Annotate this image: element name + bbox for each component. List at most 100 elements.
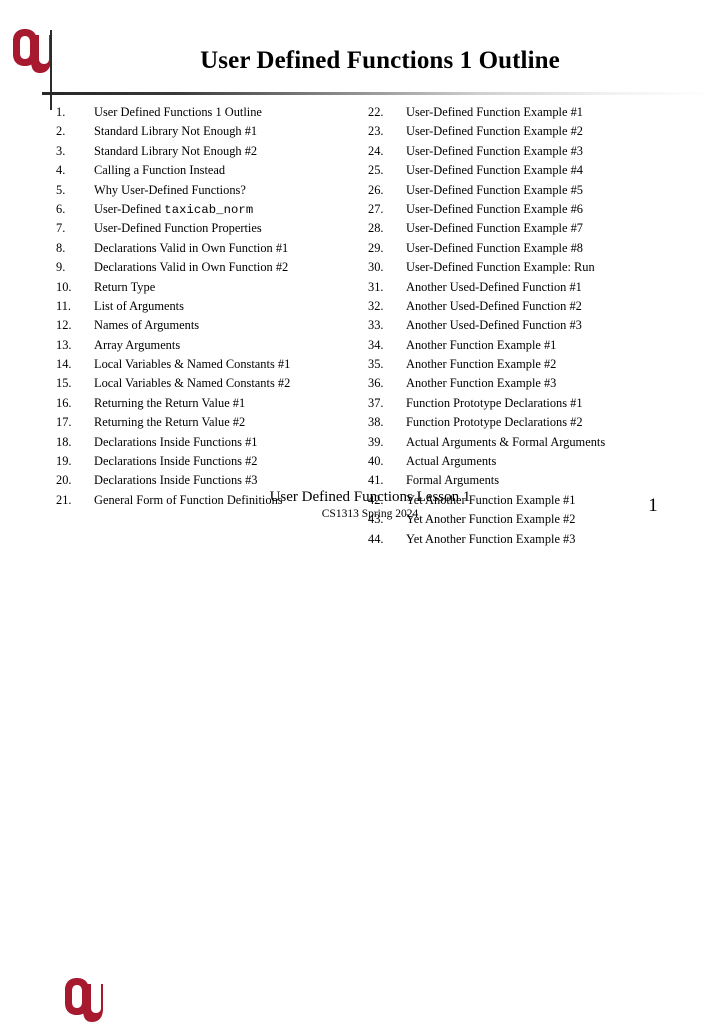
outline-item-label: User-Defined Function Properties bbox=[94, 221, 262, 236]
outline-item[interactable]: 22. User-Defined Function Example #1 bbox=[368, 103, 708, 122]
outline-item[interactable]: 34. Another Function Example #1 bbox=[368, 336, 708, 355]
outline-item[interactable]: 9. Declarations Valid in Own Function #2 bbox=[56, 258, 376, 277]
outline-item[interactable]: 26. User-Defined Function Example #5 bbox=[368, 181, 708, 200]
outline-item-label: User-Defined Function Example: Run bbox=[406, 260, 595, 275]
outline-item[interactable]: 1. User Defined Functions 1 Outline bbox=[56, 103, 376, 122]
outline-item-number: 15. bbox=[56, 376, 72, 391]
outline-item-number: 23. bbox=[368, 124, 384, 139]
outline-item-number: 33. bbox=[368, 318, 384, 333]
outline-item-number: 39. bbox=[368, 434, 384, 449]
footer-text: User Defined Functions Lesson 1 CS1313 S… bbox=[150, 488, 590, 522]
outline-item-label: Standard Library Not Enough #1 bbox=[94, 124, 258, 139]
outline-item-number: 22. bbox=[368, 105, 384, 119]
outline-item[interactable]: 11. List of Arguments bbox=[56, 297, 376, 316]
outline-item[interactable]: 14. Local Variables & Named Constants #1 bbox=[56, 355, 376, 374]
outline-item[interactable]: 10. Return Type bbox=[56, 278, 376, 297]
outline-item-number: 18. bbox=[56, 434, 72, 449]
outline-column-left: 1. User Defined Functions 1 Outline 2. Stan… bbox=[56, 103, 376, 510]
slide-footer: User Defined Functions Lesson 1 CS1313 S… bbox=[0, 488, 720, 1022]
ou-logo-footer-icon bbox=[62, 977, 104, 1023]
outline-item[interactable]: 33. Another Used-Defined Function #3 bbox=[368, 316, 708, 335]
outline-item[interactable]: 18. Declarations Inside Functions #1 bbox=[56, 433, 376, 452]
outline-item-label: User-Defined Function Example #7 bbox=[406, 221, 583, 236]
outline-item[interactable]: 6. User-Defined taxicab_norm bbox=[56, 200, 376, 219]
outline-item-number: 37. bbox=[368, 395, 384, 410]
outline-item-number: 34. bbox=[368, 337, 384, 352]
outline-body: 1. User Defined Functions 1 Outline 2. Stan… bbox=[0, 103, 720, 546]
outline-item[interactable]: 37. Function Prototype Declarations #1 bbox=[368, 394, 708, 413]
outline-item-label: Names of Arguments bbox=[94, 318, 200, 333]
outline-item-label: Actual Arguments & Formal Arguments bbox=[406, 434, 606, 449]
outline-item-number: 32. bbox=[368, 298, 384, 313]
outline-item[interactable]: 7. User-Defined Function Properties bbox=[56, 219, 376, 238]
outline-item[interactable]: 13. Array Arguments bbox=[56, 336, 376, 355]
outline-item[interactable]: 5. Why User-Defined Functions? bbox=[56, 181, 376, 200]
outline-item-label: User-Defined Function Example #4 bbox=[406, 163, 583, 178]
outline-item[interactable]: 30. User-Defined Function Example: Run bbox=[368, 258, 708, 277]
page-number: 1 bbox=[648, 495, 658, 516]
outline-item-label: User-Defined Function Example #1 bbox=[406, 105, 583, 119]
outline-item-label: Calling a Function Instead bbox=[94, 163, 226, 178]
outline-item-number: 26. bbox=[368, 182, 384, 197]
outline-item[interactable]: 28. User-Defined Function Example #7 bbox=[368, 219, 708, 238]
outline-item[interactable]: 19. Declarations Inside Functions #2 bbox=[56, 452, 376, 471]
outline-item[interactable]: 12. Names of Arguments bbox=[56, 316, 376, 335]
outline-item-number: 25. bbox=[368, 163, 384, 178]
outline-item[interactable]: 15. Local Variables & Named Constants #2 bbox=[56, 374, 376, 393]
outline-item-number: 36. bbox=[368, 376, 384, 391]
outline-item[interactable]: 25. User-Defined Function Example #4 bbox=[368, 161, 708, 180]
outline-item-label: Function Prototype Declarations #1 bbox=[406, 395, 583, 410]
outline-item-label: Declarations Valid in Own Function #2 bbox=[94, 260, 289, 275]
outline-item-number: 27. bbox=[368, 201, 384, 216]
outline-item-number: 19. bbox=[56, 454, 72, 469]
page-title: User Defined Functions 1 Outline bbox=[200, 47, 560, 74]
outline-item-label: User-Defined Function Example #3 bbox=[406, 143, 583, 158]
outline-item[interactable]: 35. Another Function Example #2 bbox=[368, 355, 708, 374]
outline-item-label: List of Arguments bbox=[94, 298, 184, 313]
outline-column-right: 22. User-Defined Function Example #1 23. Us… bbox=[368, 103, 708, 549]
header-vertical-rule bbox=[50, 30, 52, 110]
outline-item-label: Declarations Inside Functions #2 bbox=[94, 454, 258, 469]
outline-item[interactable]: 32. Another Used-Defined Function #2 bbox=[368, 297, 708, 316]
outline-item-number: 7. bbox=[56, 221, 66, 236]
outline-item-label: User-Defined Function Example #6 bbox=[406, 201, 583, 216]
outline-item-label: Returning the Return Value #2 bbox=[94, 415, 246, 430]
outline-item-code: taxicab_norm bbox=[164, 202, 254, 217]
header-horizontal-rule bbox=[42, 92, 714, 95]
outline-item-label: Another Used-Defined Function #1 bbox=[406, 279, 582, 294]
outline-item-number: 11. bbox=[56, 298, 72, 313]
outline-item-number: 5. bbox=[56, 182, 66, 197]
outline-item[interactable]: 23. User-Defined Function Example #2 bbox=[368, 122, 708, 141]
outline-item[interactable]: 3. Standard Library Not Enough #2 bbox=[56, 142, 376, 161]
outline-item-label: Another Used-Defined Function #3 bbox=[406, 318, 582, 333]
outline-item-number: 28. bbox=[368, 221, 384, 236]
outline-item-label: Standard Library Not Enough #2 bbox=[94, 143, 258, 158]
outline-item-number: 30. bbox=[368, 260, 384, 275]
outline-item-number: 29. bbox=[368, 240, 384, 255]
outline-item-label: Actual Arguments bbox=[406, 454, 497, 469]
outline-item[interactable]: 39. Actual Arguments & Formal Arguments bbox=[368, 433, 708, 452]
slide-header: User Defined Functions 1 Outline bbox=[0, 0, 720, 110]
outline-item-number: 8. bbox=[56, 240, 66, 255]
outline-item-label: Another Function Example #1 bbox=[406, 337, 557, 352]
outline-item[interactable]: 40. Actual Arguments bbox=[368, 452, 708, 471]
outline-item[interactable]: 31. Another Used-Defined Function #1 bbox=[368, 278, 708, 297]
outline-item[interactable]: 4. Calling a Function Instead bbox=[56, 161, 376, 180]
outline-item-label: Return Type bbox=[94, 279, 156, 294]
outline-item[interactable]: 17. Returning the Return Value #2 bbox=[56, 413, 376, 432]
outline-item[interactable]: 27. User-Defined Function Example #6 bbox=[368, 200, 708, 219]
outline-item[interactable]: 29. User-Defined Function Example #8 bbox=[368, 239, 708, 258]
outline-item[interactable]: 36. Another Function Example #3 bbox=[368, 374, 708, 393]
outline-item-number: 3. bbox=[56, 143, 66, 158]
outline-item[interactable]: 8. Declarations Valid in Own Function #1 bbox=[56, 239, 376, 258]
outline-item-number: 4. bbox=[56, 163, 66, 178]
outline-item-label: User Defined Functions 1 Outline bbox=[94, 105, 262, 119]
outline-item-label: Array Arguments bbox=[94, 337, 181, 352]
footer-course-term: CS1313 Spring 2024 bbox=[321, 508, 419, 520]
outline-item[interactable]: 2. Standard Library Not Enough #1 bbox=[56, 122, 376, 141]
outline-item[interactable]: 16. Returning the Return Value #1 bbox=[56, 394, 376, 413]
outline-item-number: 12. bbox=[56, 318, 72, 333]
outline-item[interactable]: 38. Function Prototype Declarations #2 bbox=[368, 413, 708, 432]
outline-item[interactable]: 24. User-Defined Function Example #3 bbox=[368, 142, 708, 161]
outline-item-label: Another Function Example #3 bbox=[406, 376, 557, 391]
